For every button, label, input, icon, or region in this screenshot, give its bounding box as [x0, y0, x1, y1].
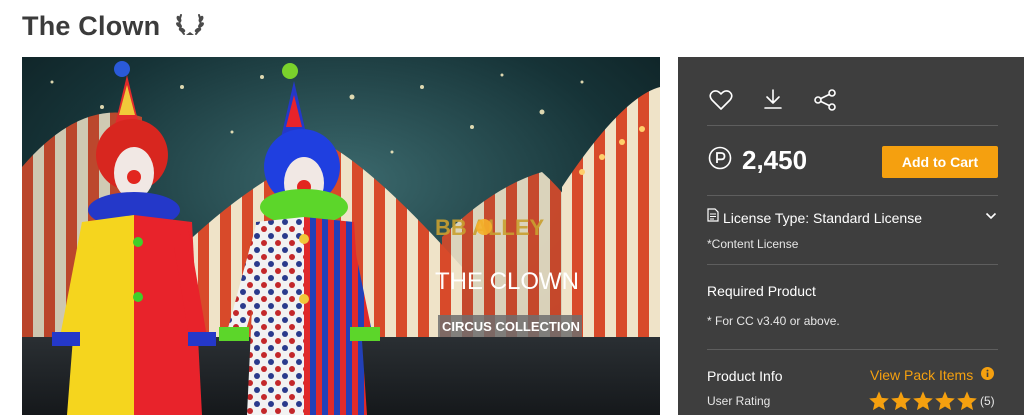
add-to-cart-button[interactable]: Add to Cart: [882, 146, 998, 178]
divider: [707, 125, 998, 126]
view-pack-items-link[interactable]: View Pack Items: [870, 367, 995, 383]
download-icon[interactable]: [760, 87, 786, 113]
heart-icon[interactable]: [708, 87, 734, 113]
divider: [707, 349, 998, 350]
user-rating-label: User Rating: [707, 394, 771, 408]
star-icon: [935, 391, 955, 411]
price-row: 2,450: [708, 145, 807, 176]
title-row: The Clown: [22, 8, 206, 44]
star-icon: [913, 391, 933, 411]
rating-stars: (5): [868, 390, 995, 412]
required-product-note: * For CC v3.40 or above.: [707, 314, 840, 328]
action-icons: [708, 87, 838, 113]
share-icon[interactable]: [812, 87, 838, 113]
required-product-heading: Required Product: [707, 283, 816, 299]
info-icon: [973, 367, 995, 383]
page-title: The Clown: [22, 10, 161, 41]
license-row[interactable]: License Type: Standard License: [707, 208, 999, 227]
purchase-panel: 2,450 Add to Cart License Type: Standard…: [678, 57, 1024, 415]
hero-product-name: THE CLOWN: [435, 268, 579, 295]
star-icon: [891, 391, 911, 411]
laurel-wreath-icon: [160, 10, 206, 43]
product-hero-image[interactable]: BB ALLEY THE CLOWN CIRCUS COLLECTION: [22, 57, 660, 415]
price-value: 2,450: [742, 145, 808, 175]
star-icon: [869, 391, 889, 411]
content-license-note: *Content License: [707, 237, 799, 251]
license-type: License Type: Standard License: [723, 209, 922, 226]
star-icon: [957, 391, 977, 411]
chevron-down-icon[interactable]: [985, 209, 997, 221]
divider: [707, 264, 998, 265]
points-icon: [708, 146, 732, 175]
view-pack-items-label: View Pack Items: [870, 367, 974, 383]
document-icon: [707, 208, 723, 227]
product-info-heading: Product Info: [707, 368, 783, 384]
rating-count: (5): [980, 394, 995, 408]
hero-collection: CIRCUS COLLECTION: [442, 319, 580, 334]
divider: [707, 195, 998, 196]
